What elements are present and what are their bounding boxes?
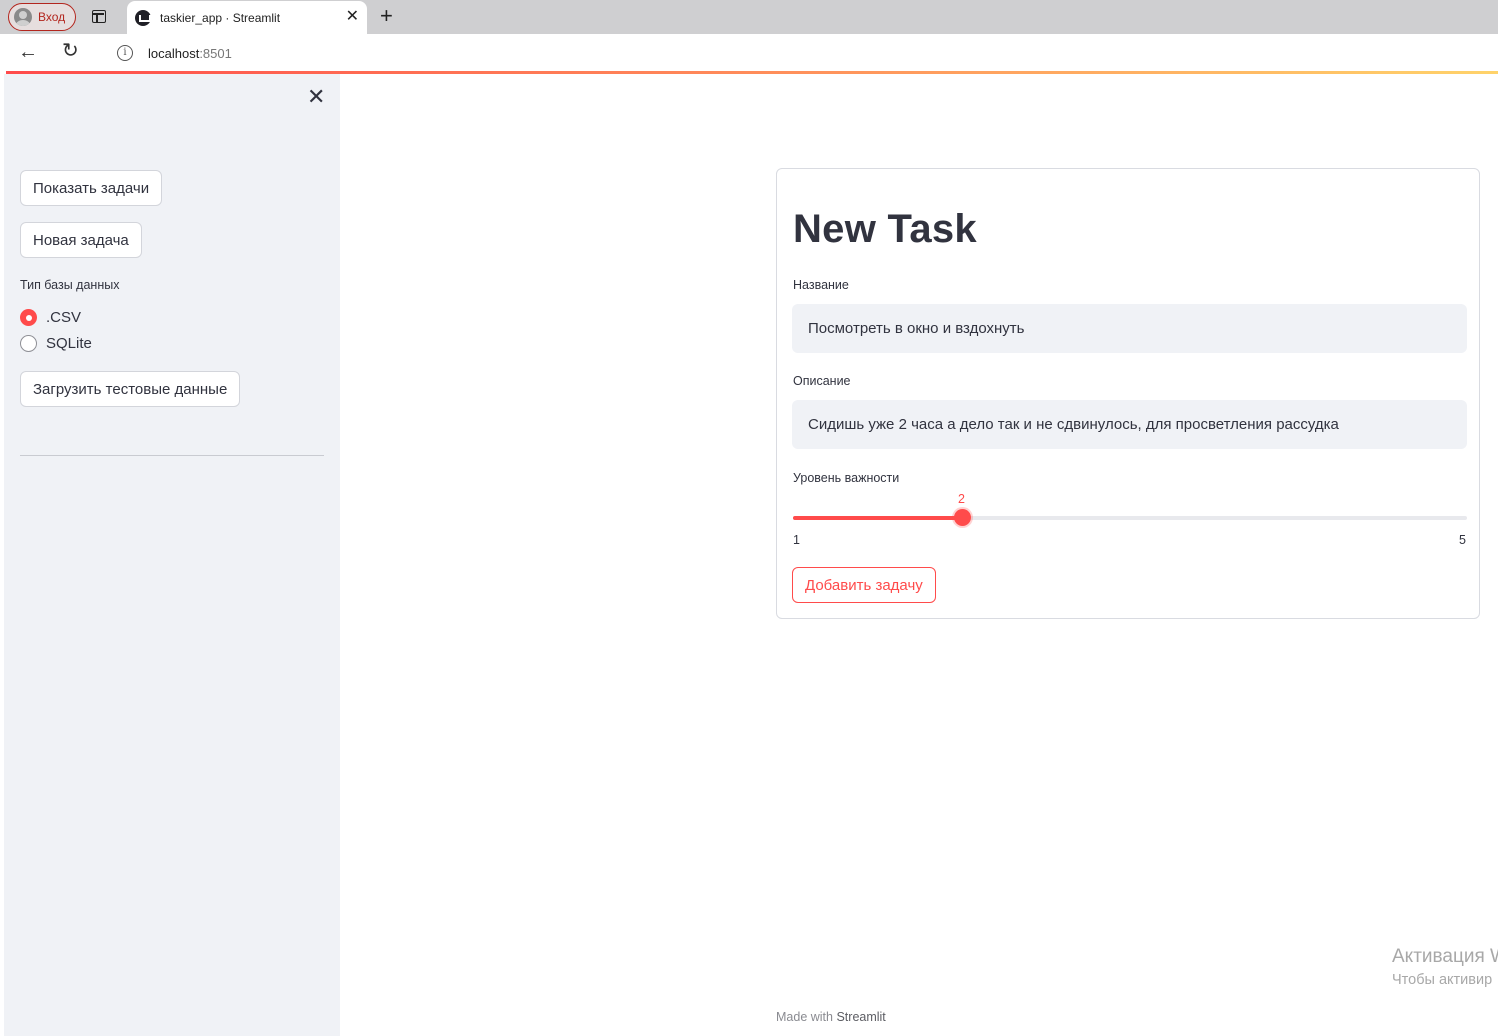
address-bar-row: ← ↻ i localhost:8501 [0, 34, 1498, 72]
browser-tab-bar: Вход taskier_app · Streamlit ✕ + [0, 0, 1498, 34]
db-type-label: Тип базы данных [20, 278, 120, 292]
slider-fill [793, 516, 962, 520]
show-tasks-button[interactable]: Показать задачи [20, 170, 163, 206]
sidebar-close-icon[interactable]: ✕ [307, 86, 325, 108]
radio-option-sqlite[interactable]: SQLite [20, 335, 92, 352]
page-title: New Task [793, 207, 977, 251]
description-label: Описание [793, 374, 851, 388]
url-host: localhost [148, 45, 200, 61]
profile-button[interactable]: Вход [8, 3, 76, 31]
slider-min-label: 1 [793, 533, 800, 547]
radio-option-label: SQLite [46, 335, 92, 352]
radio-selected-icon [20, 309, 37, 326]
new-task-button[interactable]: Новая задача [20, 222, 142, 258]
url-field[interactable]: i localhost:8501 [100, 38, 1498, 68]
slider-current-value: 2 [958, 492, 965, 506]
tab-close-icon[interactable]: ✕ [346, 8, 359, 26]
slider-thumb[interactable] [953, 509, 971, 526]
footer-streamlit-link[interactable]: Streamlit [836, 1010, 885, 1024]
windows-activation-text: Чтобы активир [1392, 972, 1493, 988]
importance-label: Уровень важности [793, 471, 900, 485]
importance-slider[interactable]: 2 [793, 492, 1467, 526]
sidebar: ✕ Показать задачи Новая задача Тип базы … [4, 74, 340, 1036]
new-tab-icon[interactable]: + [380, 5, 393, 27]
add-task-button[interactable]: Добавить задачу [792, 567, 936, 603]
load-test-data-button[interactable]: Загрузить тестовые данные [20, 371, 241, 407]
footer: Made with Streamlit [776, 1010, 886, 1024]
name-label: Название [793, 278, 849, 292]
url-port: :8501 [199, 45, 232, 61]
reload-icon[interactable]: ↻ [62, 41, 79, 61]
radio-option-csv[interactable]: .CSV [20, 309, 81, 326]
slider-max-label: 5 [1459, 533, 1466, 547]
name-input[interactable] [792, 304, 1467, 353]
tab-actions-icon[interactable] [92, 10, 106, 23]
radio-unselected-icon [20, 335, 37, 352]
streamlit-favicon-icon [135, 9, 151, 26]
sidebar-divider [20, 455, 324, 456]
new-task-form: New Task Название Описание Уровень важно… [776, 168, 1480, 619]
description-input[interactable] [792, 400, 1467, 449]
back-arrow-icon[interactable]: ← [18, 42, 38, 62]
radio-option-label: .CSV [46, 309, 82, 326]
user-avatar-icon [14, 8, 32, 26]
footer-made-with: Made with [776, 1010, 833, 1024]
browser-tab[interactable]: taskier_app · Streamlit ✕ [127, 1, 367, 34]
tab-title: taskier_app · Streamlit [160, 10, 281, 25]
windows-activation-title: Активация W [1392, 946, 1498, 967]
profile-label: Вход [38, 10, 66, 24]
site-info-icon[interactable]: i [117, 45, 133, 61]
